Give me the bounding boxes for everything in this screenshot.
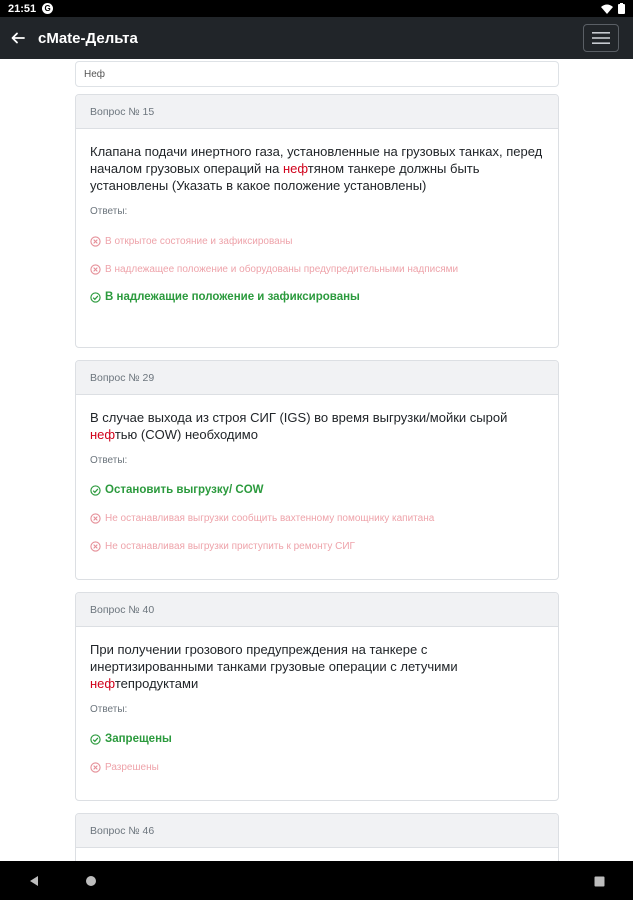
answer-item: Не останавливая выгрузки сообщить вахтен… bbox=[90, 504, 544, 532]
x-circle-icon bbox=[90, 263, 101, 275]
answer-text: В надлежащее положение и оборудованы пре… bbox=[105, 263, 459, 275]
circle-home-icon bbox=[86, 876, 96, 886]
answer-text: Разрешены bbox=[105, 761, 159, 773]
question-text: Клапана подачи инертного газа, установле… bbox=[90, 143, 544, 194]
question-header: Вопрос № 40 bbox=[76, 593, 558, 627]
answer-text: В надлежащие положение и зафиксированы bbox=[105, 291, 360, 303]
back-button[interactable] bbox=[2, 17, 34, 59]
answer-item-correct: В надлежащие положение и зафиксированы bbox=[90, 283, 544, 311]
check-circle-icon bbox=[90, 291, 101, 303]
answer-item: Не останавливая выгрузки приступить к ре… bbox=[90, 532, 544, 560]
status-time: 21:51 bbox=[8, 2, 37, 15]
answer-item-correct: Запрещены bbox=[90, 725, 544, 753]
question-header: Вопрос № 46 bbox=[76, 814, 558, 848]
question-text-part: В случае выхода из строя СИГ (IGS) во вр… bbox=[90, 410, 508, 425]
search-highlight: неф bbox=[282, 161, 308, 176]
x-circle-icon bbox=[90, 512, 101, 524]
question-header: Вопрос № 29 bbox=[76, 361, 558, 395]
question-card-29: Вопрос № 29 В случае выхода из строя СИГ… bbox=[75, 360, 559, 580]
battery-icon bbox=[618, 3, 625, 14]
navigation-bar bbox=[0, 861, 633, 900]
x-circle-icon bbox=[90, 540, 101, 552]
search-highlight: неф bbox=[90, 427, 115, 442]
answer-item-correct: Остановить выгрузку/ COW bbox=[90, 476, 544, 504]
question-card-15: Вопрос № 15 Клапана подачи инертного газ… bbox=[75, 94, 559, 348]
hamburger-menu-icon bbox=[592, 32, 610, 44]
notification-app-icon: G bbox=[42, 3, 54, 14]
answer-item: В надлежащее положение и оборудованы пре… bbox=[90, 255, 544, 283]
check-circle-icon bbox=[90, 484, 101, 496]
check-circle-icon bbox=[90, 733, 101, 745]
answer-item: В открытое состояние и зафиксированы bbox=[90, 227, 544, 255]
question-text: При получении грозового предупреждения н… bbox=[90, 641, 544, 692]
question-text-part: тью (COW) необходимо bbox=[114, 427, 258, 442]
square-recents-icon bbox=[594, 876, 604, 886]
question-header: Вопрос № 15 bbox=[76, 95, 558, 129]
question-text: В случае выхода из строя СИГ (IGS) во вр… bbox=[90, 409, 544, 443]
search-input[interactable] bbox=[75, 61, 559, 87]
nav-back-button[interactable] bbox=[26, 873, 42, 889]
arrow-left-icon bbox=[11, 32, 25, 44]
question-card-40: Вопрос № 40 При получении грозового пред… bbox=[75, 592, 559, 801]
answer-item: Разрешены bbox=[90, 753, 544, 781]
triangle-back-icon bbox=[30, 876, 38, 886]
nav-home-button[interactable] bbox=[83, 873, 99, 889]
main-content: Вопрос № 15 Клапана подачи инертного газ… bbox=[0, 59, 633, 861]
x-circle-icon bbox=[90, 235, 101, 247]
search-highlight: неф bbox=[90, 676, 115, 691]
answer-text: В открытое состояние и зафиксированы bbox=[105, 235, 293, 247]
question-text-part: При получении грозового предупреждения н… bbox=[90, 642, 458, 674]
answers-label: Ответы: bbox=[90, 206, 128, 217]
answer-text: Не останавливая выгрузки приступить к ре… bbox=[105, 540, 355, 552]
menu-button[interactable] bbox=[583, 24, 619, 52]
answer-text: Остановить выгрузку/ COW bbox=[105, 484, 264, 496]
answers-label: Ответы: bbox=[90, 455, 128, 466]
app-bar: cMate-Дельта bbox=[0, 17, 633, 59]
answer-text: Не останавливая выгрузки сообщить вахтен… bbox=[105, 512, 435, 524]
wifi-icon bbox=[601, 4, 613, 14]
status-bar: 21:51 G bbox=[0, 0, 633, 17]
question-text-part: тепродуктами bbox=[114, 676, 199, 691]
x-circle-icon bbox=[90, 761, 101, 773]
answer-text: Запрещены bbox=[105, 733, 172, 745]
nav-recents-button[interactable] bbox=[591, 873, 607, 889]
question-card-46: Вопрос № 46 bbox=[75, 813, 559, 861]
answers-label: Ответы: bbox=[90, 704, 128, 715]
app-title: cMate-Дельта bbox=[38, 29, 138, 47]
